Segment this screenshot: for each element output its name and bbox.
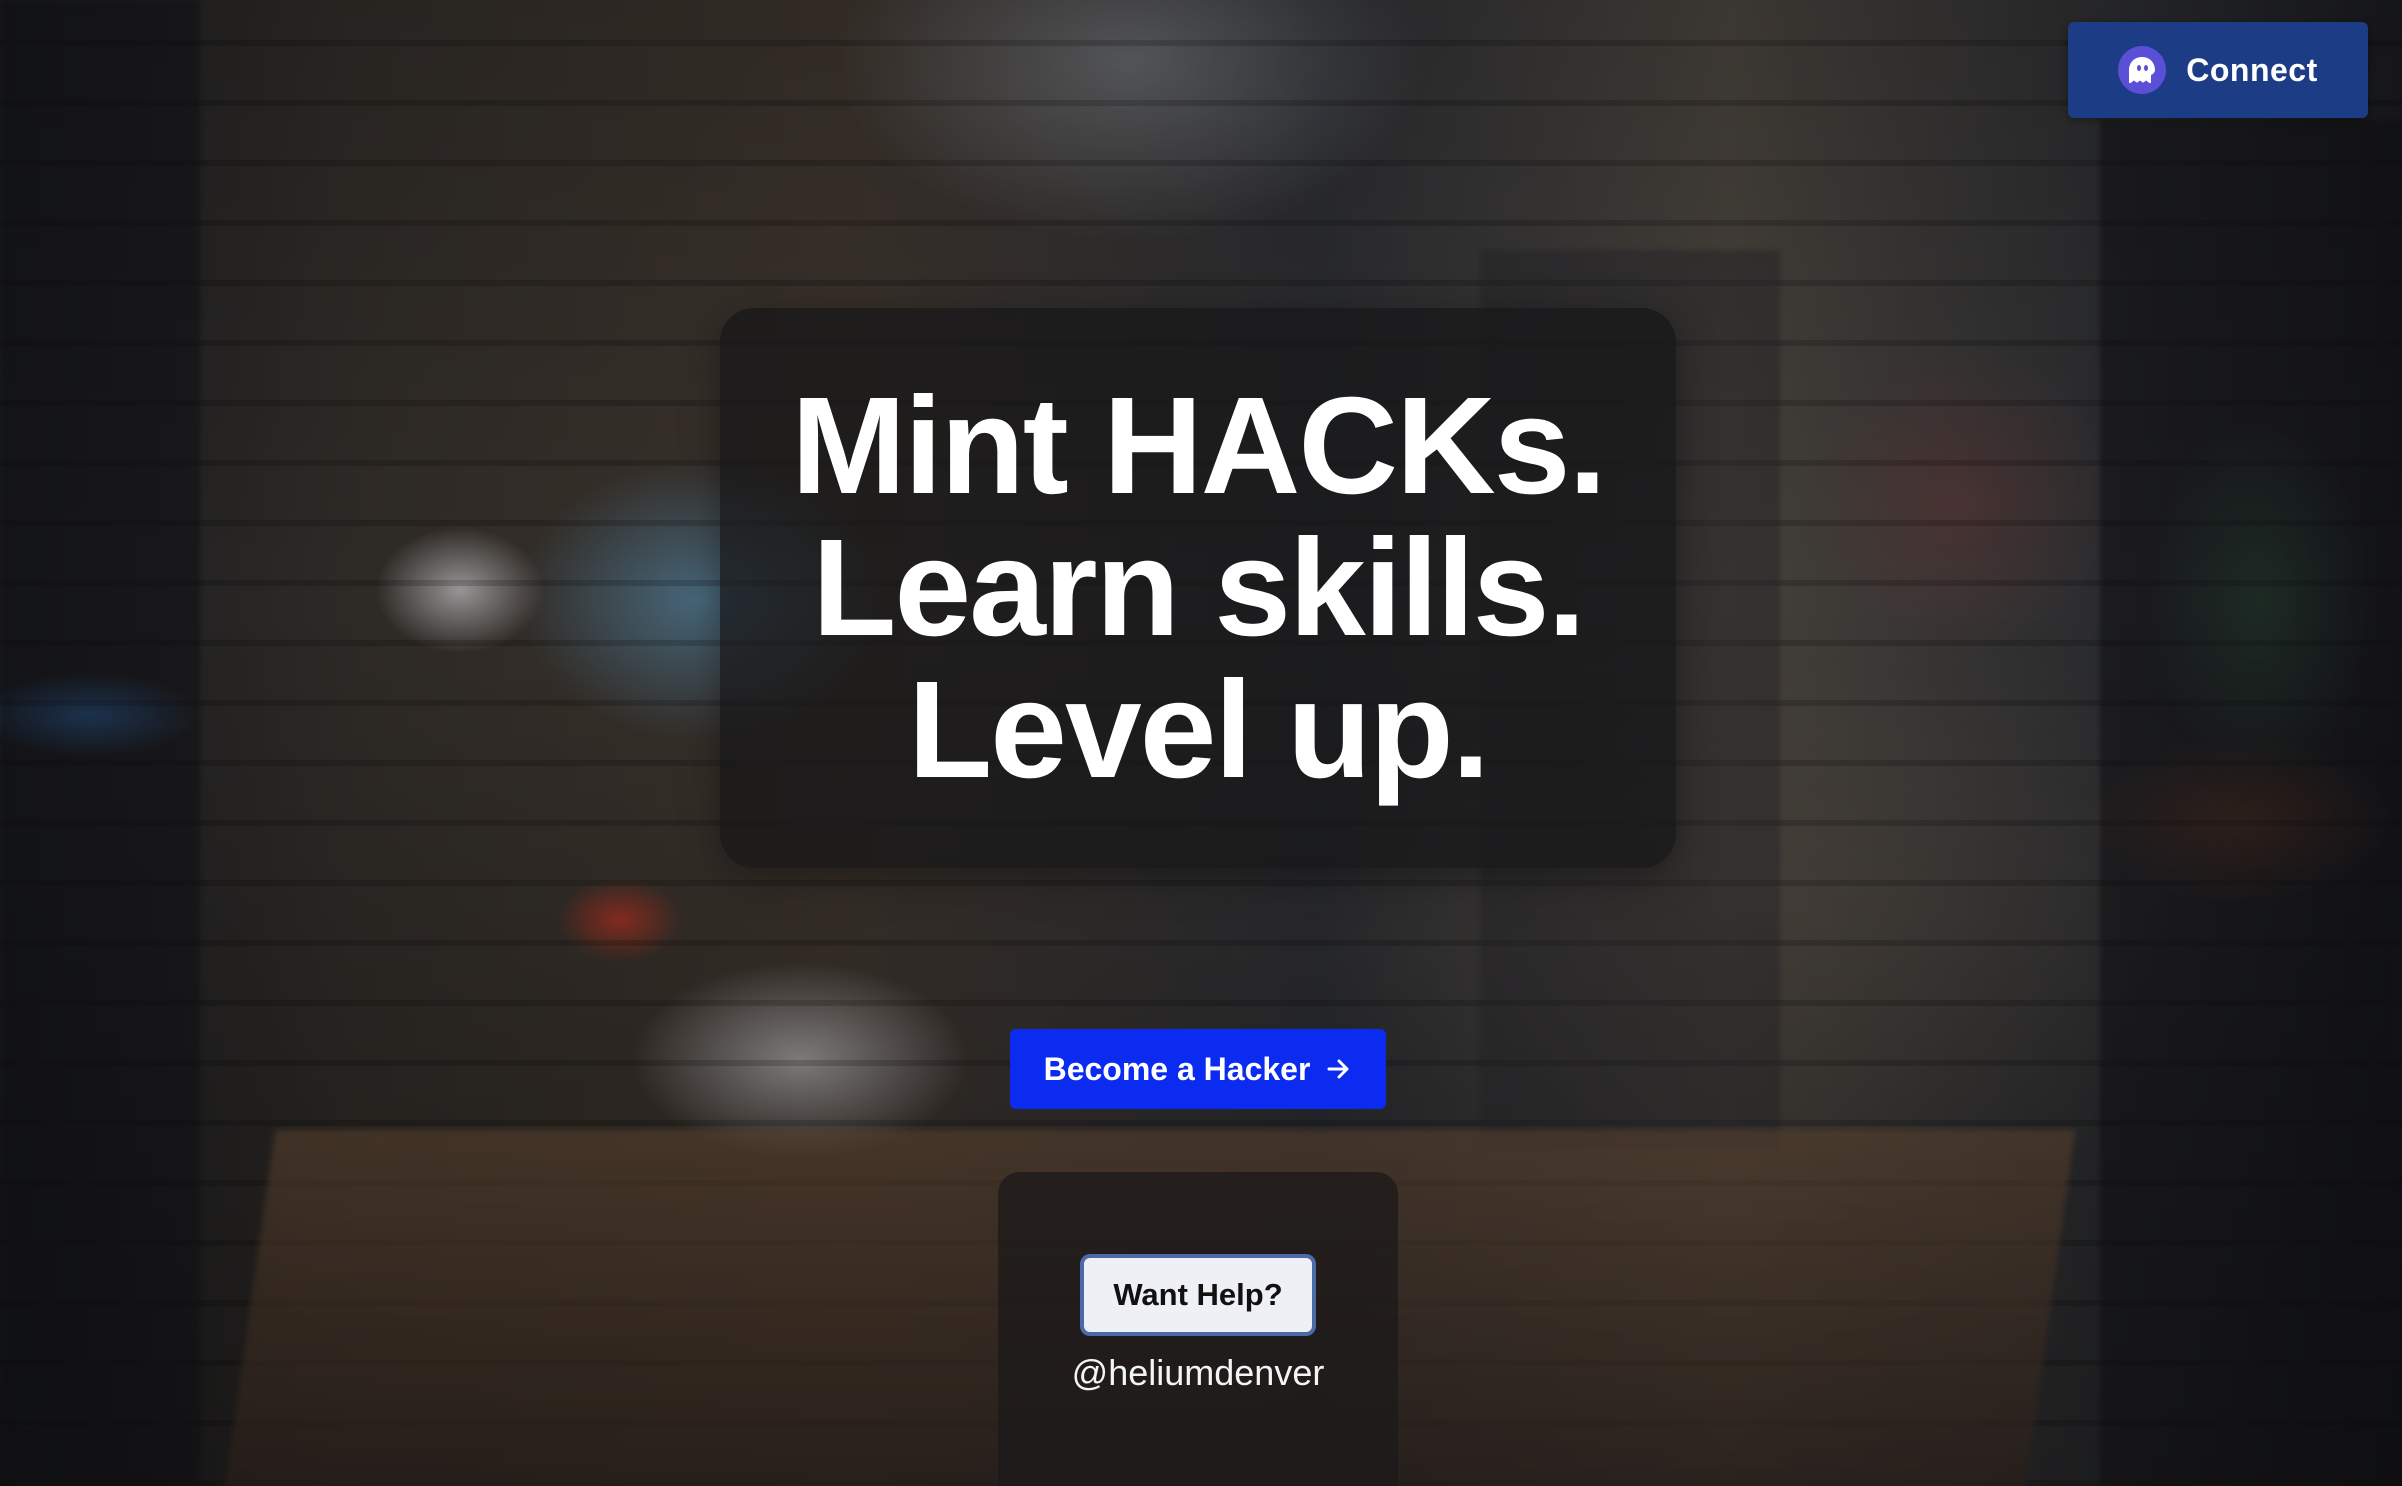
become-a-hacker-label: Become a Hacker [1043,1050,1311,1087]
hero-headline-line-3: Level up. [907,653,1490,807]
connect-wallet-button[interactable]: Connect [2068,22,2368,118]
connect-button-label: Connect [2186,51,2318,88]
arrow-right-icon [1326,1057,1352,1081]
hero-headline-line-2: Learn skills. [812,511,1586,665]
page: Connect Mint HACKs. Learn skills. Level … [0,0,2402,1486]
hero-card: Mint HACKs. Learn skills. Level up. [720,308,1676,868]
background-rack-right [2100,120,2402,1486]
background-rack-left [0,0,200,1486]
helium-denver-handle-link[interactable]: @heliumdenver [1072,1352,1325,1394]
help-card: Want Help? @heliumdenver [998,1172,1398,1486]
want-help-label: Want Help? [1113,1277,1283,1312]
become-a-hacker-button[interactable]: Become a Hacker [1010,1029,1386,1109]
want-help-button[interactable]: Want Help? [1080,1254,1316,1336]
hero-headline-line-1: Mint HACKs. [791,369,1607,523]
phantom-ghost-icon [2118,46,2167,94]
